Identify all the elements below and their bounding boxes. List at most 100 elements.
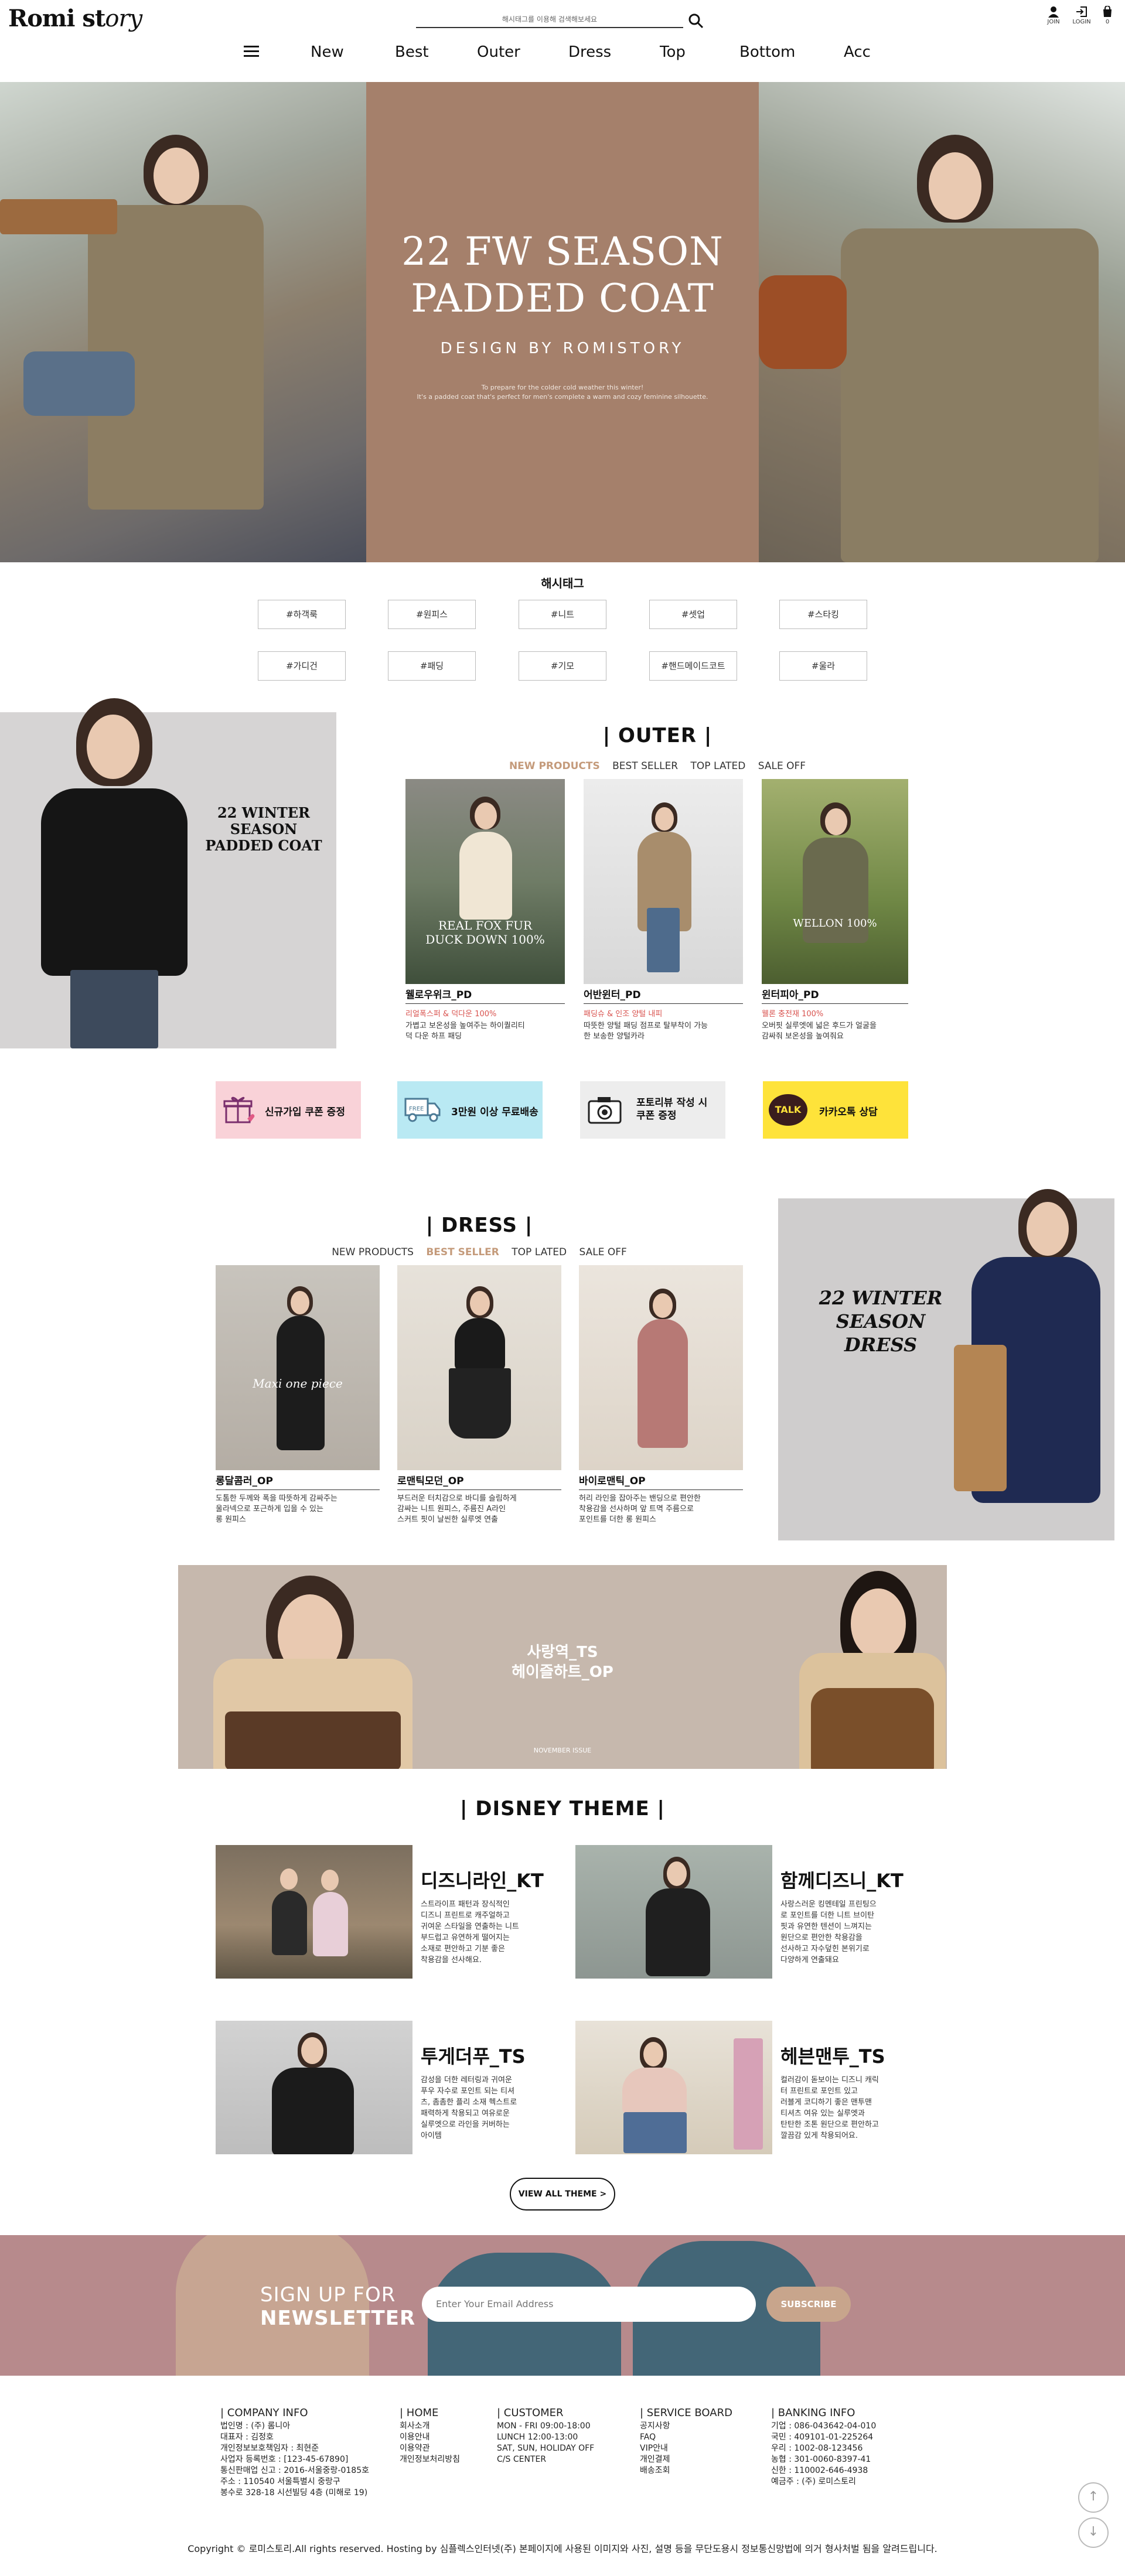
hashtag-button[interactable]: #기모 (519, 651, 606, 681)
tab-top-lated[interactable]: TOP LATED (512, 1246, 567, 1258)
footer-line: 예금주 : (주) 로미스토리 (771, 2477, 856, 2486)
theme-item-image[interactable] (575, 1845, 772, 1979)
dress-promo-line1: 22 WINTER SEASON (819, 1287, 943, 1333)
theme-item-name[interactable]: 디즈니라인_KT (421, 1866, 561, 1893)
free-shipping-banner[interactable]: FREE 3만원 이상 무료배송 (397, 1081, 543, 1139)
photo-review-label-line1: 포토리뷰 작성 시 (636, 1097, 708, 1109)
hashtag-button[interactable]: #원피스 (388, 600, 476, 629)
join-button[interactable]: JOIN (1041, 6, 1066, 25)
product-name[interactable]: 웰로우위크_PD (405, 986, 565, 1004)
product-image[interactable] (584, 779, 743, 984)
tab-new-products[interactable]: NEW PRODUCTS (509, 760, 600, 772)
nav-item-best[interactable]: Best (395, 43, 429, 61)
footer-link[interactable]: 이용안내 (400, 2432, 488, 2443)
desc-line: 츠, 촘촘한 플리 소재 헥스트로 (421, 2098, 517, 2107)
footer-link[interactable]: 개인정보처리방침 (400, 2454, 488, 2465)
nav-item-new[interactable]: New (311, 43, 344, 61)
hashtag-button[interactable]: #니트 (519, 600, 606, 629)
logo-tail-text: ory (105, 5, 142, 32)
tab-new-products[interactable]: NEW PRODUCTS (332, 1246, 414, 1258)
footer-link[interactable]: 이용약관 (400, 2443, 488, 2454)
hashtag-button[interactable]: #핸드메이드코트 (649, 651, 737, 681)
dress-promo-banner[interactable]: 22 WINTER SEASON DRESS (778, 1189, 1114, 1540)
login-button[interactable]: LOGIN (1069, 6, 1095, 25)
coupon-banner[interactable]: 신규가입 쿠폰 증정 (216, 1081, 361, 1139)
newsletter-email-input[interactable]: Enter Your Email Address (422, 2287, 756, 2322)
product-name[interactable]: 바이로맨틱_OP (579, 1473, 743, 1490)
nav-item-bottom[interactable]: Bottom (739, 43, 795, 61)
desc-line: 부드럽고 유연하게 떨어지는 (421, 1933, 510, 1942)
footer-link[interactable]: 회사소개 (400, 2421, 488, 2432)
desc-line: 감성을 더한 레터링과 귀여운 (421, 2076, 512, 2085)
product-name[interactable]: 윈터피아_PD (762, 986, 908, 1004)
product-image[interactable] (397, 1265, 561, 1470)
product-info: 롱달콤러_OP 도톰한 두께와 폭을 따뜻하게 감싸주는 울라넥으로 포근하게 … (216, 1473, 380, 1525)
hashtag-button[interactable]: #가디건 (258, 651, 346, 681)
hashtag-title: 해시태그 (541, 576, 584, 590)
photo-review-label-line2: 쿠폰 증정 (636, 1110, 677, 1122)
featured-line1: 사랑역_TS (527, 1644, 598, 1661)
tab-top-lated[interactable]: TOP LATED (691, 760, 746, 772)
hashtag-button[interactable]: #스타킹 (779, 600, 867, 629)
tab-best-seller[interactable]: BEST SELLER (426, 1246, 499, 1258)
featured-wide-banner[interactable]: 사랑역_TS 헤이즐하트_OP NOVEMBER ISSUE (178, 1565, 947, 1769)
theme-item-image[interactable] (216, 2021, 412, 2154)
tab-sale-off[interactable]: SALE OFF (579, 1246, 627, 1258)
nav-item-dress[interactable]: Dress (568, 43, 611, 61)
search-icon[interactable] (688, 13, 704, 29)
hero-banner[interactable]: 22 FW SEASON PADDED COAT DESIGN BY ROMIS… (0, 82, 1125, 562)
camera-icon (588, 1097, 622, 1124)
product-name[interactable]: 어반윈터_PD (584, 986, 743, 1004)
nav-item-acc[interactable]: Acc (844, 43, 871, 61)
product-desc-line: 따뜻한 양털 패딩 점프로 탈부착이 가능 (584, 1021, 708, 1030)
theme-item-image[interactable] (216, 1845, 412, 1979)
tab-best-seller[interactable]: BEST SELLER (612, 760, 678, 772)
hashtag-button[interactable]: #패딩 (388, 651, 476, 681)
product-name[interactable]: 로맨틱모던_OP (397, 1473, 561, 1490)
desc-line: 티셔츠 여유 있는 실루엣과 (780, 2109, 865, 2118)
site-logo[interactable]: Romi story (8, 5, 142, 32)
footer-link[interactable]: 배송조회 (640, 2465, 757, 2476)
footer-col-heading: | BANKING INFO (771, 2407, 855, 2419)
subscribe-button[interactable]: SUBSCRIBE (766, 2287, 851, 2322)
copyright-text: Copyright © 로미스토리.All rights reserved. H… (188, 2543, 938, 2554)
menu-icon[interactable] (244, 46, 259, 57)
tab-sale-off[interactable]: SALE OFF (758, 760, 806, 772)
product-name[interactable]: 롱달콤러_OP (216, 1473, 380, 1490)
search-input[interactable]: 해시태그를 이용해 검색해보세요 (416, 12, 683, 28)
footer-link[interactable]: 개인결제 (640, 2454, 757, 2465)
nav-item-top[interactable]: Top (660, 43, 686, 61)
footer-banking-info: | BANKING INFO 기업 : 086-043642-04-010 국민… (771, 2407, 923, 2488)
outer-promo-text: 22 WINTER SEASON PADDED COAT (193, 805, 334, 854)
product-info: 어반윈터_PD 패딩슈 & 인조 양털 내피 따뜻한 양털 패딩 점프로 탈부착… (584, 986, 743, 1042)
theme-item-name[interactable]: 투게더푸_TS (421, 2042, 561, 2069)
footer-link[interactable]: 공지사항 (640, 2421, 757, 2432)
footer-link[interactable]: VIP안내 (640, 2443, 757, 2454)
footer-link[interactable]: FAQ (640, 2432, 757, 2443)
kakao-talk-banner[interactable]: TALK 카카오톡 상담 (763, 1081, 908, 1139)
coupon-banner-label: 신규가입 쿠폰 증정 (265, 1106, 345, 1118)
photo-review-banner[interactable]: 포토리뷰 작성 시 쿠폰 증정 (580, 1081, 725, 1139)
view-all-theme-button[interactable]: VIEW ALL THEME > (510, 2178, 615, 2211)
hashtag-button[interactable]: #하객룩 (258, 600, 346, 629)
hashtag-button[interactable]: #셋업 (649, 600, 737, 629)
product-image[interactable] (579, 1265, 743, 1470)
outer-promo-banner[interactable]: 22 WINTER SEASON PADDED COAT (0, 698, 336, 1048)
nav-item-outer[interactable]: Outer (477, 43, 520, 61)
product-image[interactable]: Maxi one piece (216, 1265, 380, 1470)
product-info: 로맨틱모던_OP 부드러운 터치감으로 바디를 슬림하게 감싸는 니트 원피스,… (397, 1473, 561, 1525)
scroll-up-button[interactable]: ↑ (1078, 2482, 1109, 2513)
theme-item-name[interactable]: 헤븐맨투_TS (780, 2042, 921, 2069)
footer-line: LUNCH 12:00-13:00 (497, 2432, 578, 2442)
hashtag-button[interactable]: #울라 (779, 651, 867, 681)
desc-line: 깔끔감 있게 착용되어요. (780, 2131, 858, 2140)
cart-button[interactable]: 0 (1095, 6, 1120, 25)
desc-line: 소재로 편안하고 기분 좋은 (421, 1945, 505, 1953)
login-icon (1076, 6, 1087, 17)
dress-section-title: | DRESS | (425, 1214, 533, 1237)
theme-item-name[interactable]: 함께디즈니_KT (780, 1866, 921, 1893)
product-image[interactable]: REAL FOX FUR DUCK DOWN 100% (405, 779, 565, 984)
product-tag: 리얼폭스퍼 & 덕다운 100% (405, 1010, 497, 1019)
product-image[interactable]: WELLON 100% (762, 779, 908, 984)
theme-item-image[interactable] (575, 2021, 772, 2154)
